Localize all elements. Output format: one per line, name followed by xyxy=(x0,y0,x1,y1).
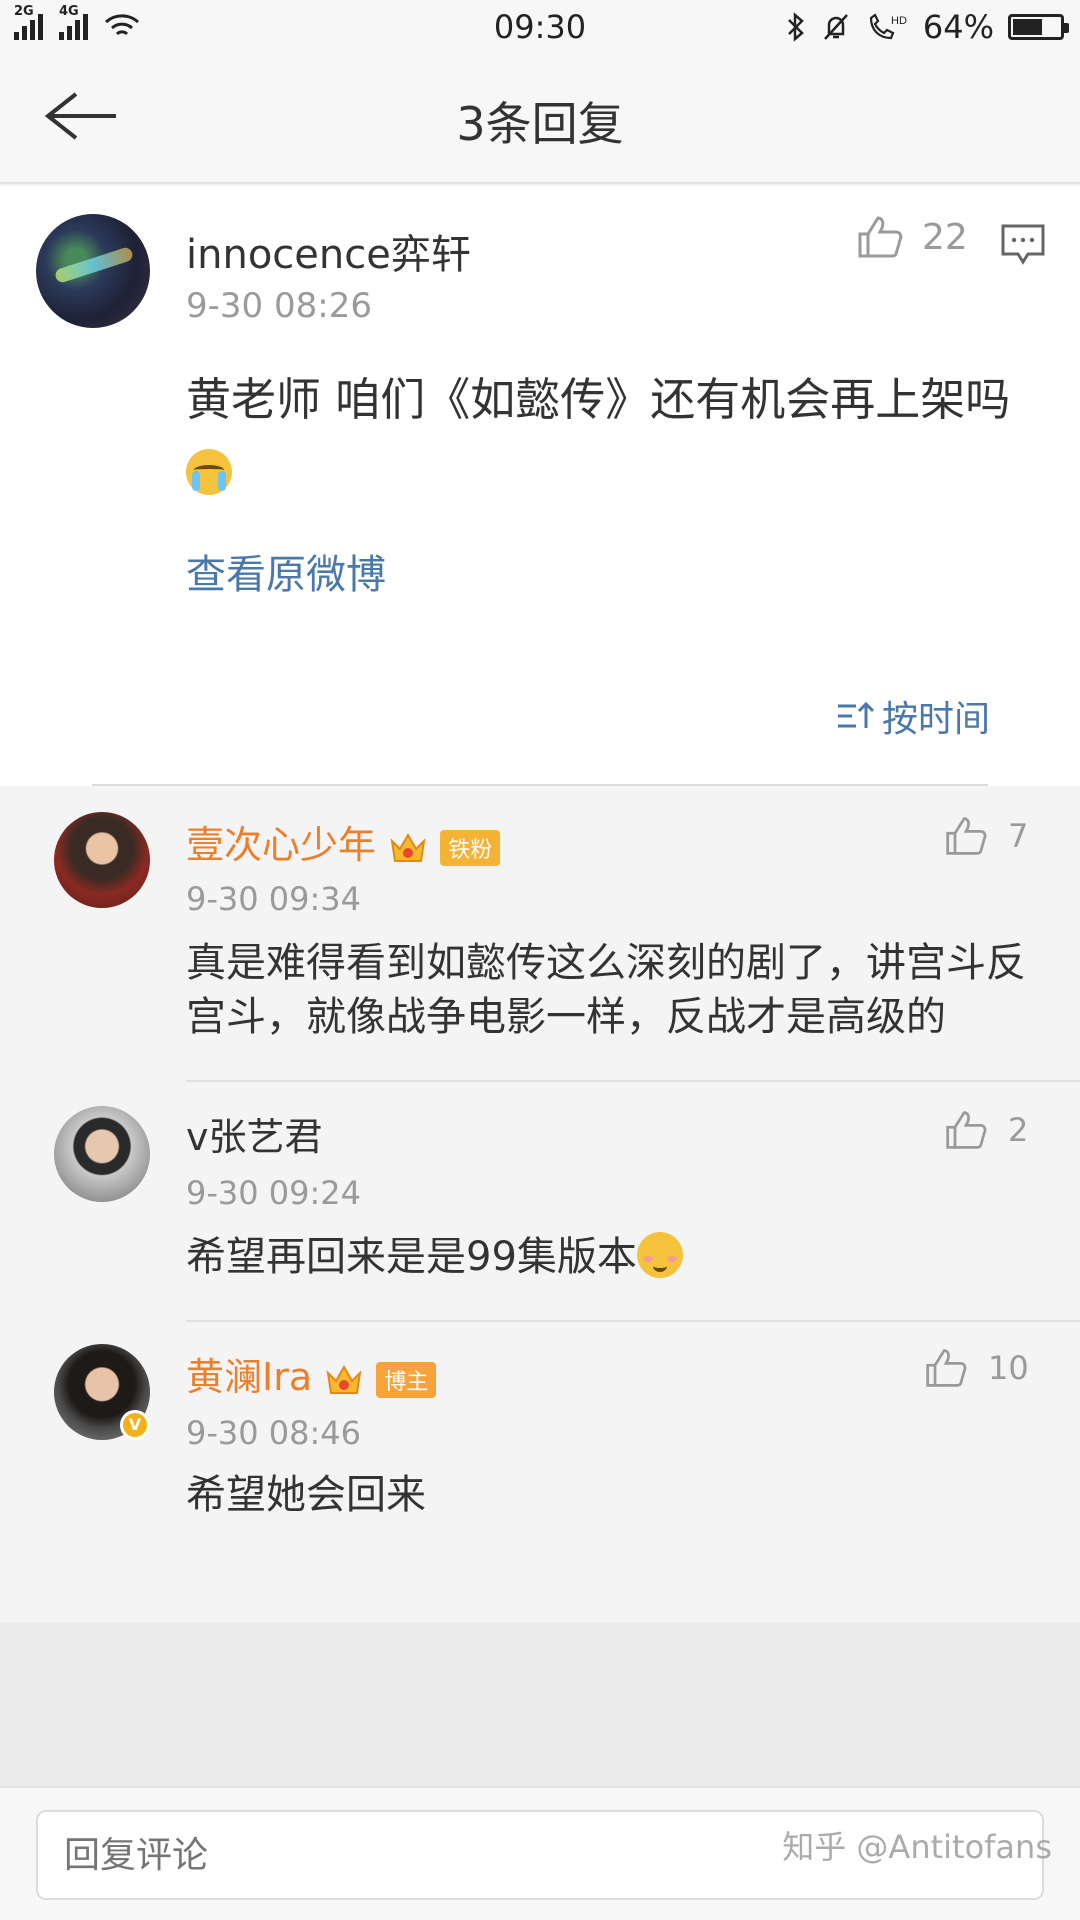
like-button[interactable]: 7 xyxy=(944,814,1028,858)
timestamp: 9-30 09:24 xyxy=(186,1174,362,1212)
thumbs-up-icon xyxy=(926,1349,967,1387)
avatar[interactable] xyxy=(54,1106,150,1202)
username[interactable]: 黄澜Ira 博主 xyxy=(186,1346,437,1401)
thumbs-up-icon xyxy=(946,1111,987,1149)
reply-text: 希望再回来是是99集版本 xyxy=(186,1230,1036,1284)
reply-list: 壹次心少年 铁粉 9-30 09:34 7 真是难得看到如懿传这么深刻的剧了，讲… xyxy=(0,786,1080,1622)
thumbs-up-icon xyxy=(858,216,903,258)
main-comment: innocence弈轩 9-30 08:26 22 黄老师 咱们《如懿传》还有机… xyxy=(0,186,1080,786)
page-title: 3条回复 xyxy=(456,97,624,151)
watermark: 知乎 @Antitofans xyxy=(782,1828,1052,1866)
status-bar: 2G 4G 09:30 HD 64% xyxy=(0,0,1080,56)
like-count: 22 xyxy=(922,216,968,258)
sort-label: 按时间 xyxy=(882,699,991,740)
like-count: 10 xyxy=(988,1349,1029,1387)
reply-text: 希望她会回来 xyxy=(186,1472,426,1518)
reply-item: v张艺君 9-30 09:24 2 希望再回来是是99集版本 xyxy=(0,1082,1080,1322)
status-right: HD 64% xyxy=(785,8,1069,46)
sort-icon xyxy=(838,701,874,728)
username[interactable]: v张艺君 xyxy=(186,1106,323,1161)
blogger-badge: 博主 xyxy=(376,1361,437,1398)
reply-bar: 知乎 @Antitofans xyxy=(0,1786,1080,1920)
username[interactable]: 壹次心少年 铁粉 xyxy=(186,814,501,869)
verified-v-icon: V xyxy=(120,1410,150,1440)
like-count: 7 xyxy=(1008,817,1029,855)
like-button[interactable]: 2 xyxy=(944,1108,1028,1152)
hd-call-icon: HD xyxy=(869,13,907,40)
comment-text: 黄老师 咱们《如懿传》还有机会再上架吗 xyxy=(186,364,1046,508)
reply-text: 真是难得看到如懿传这么深刻的剧了，讲宫斗反宫斗，就像战争电影一样，反战才是高级的 xyxy=(186,940,1026,1040)
battery-icon xyxy=(1008,14,1069,40)
view-original-link[interactable]: 查看原微博 xyxy=(186,542,386,600)
empty-area xyxy=(0,1622,1080,1786)
reply-item: 壹次心少年 铁粉 9-30 09:34 7 真是难得看到如懿传这么深刻的剧了，讲… xyxy=(0,786,1080,1082)
thumbs-up-icon xyxy=(946,817,987,855)
mute-bell-icon xyxy=(823,14,848,40)
timestamp: 9-30 09:34 xyxy=(186,880,362,918)
timestamp: 9-30 08:26 xyxy=(186,286,372,326)
like-button[interactable]: 22 xyxy=(856,214,968,260)
like-count: 2 xyxy=(1008,1111,1029,1149)
reply-item: V 黄澜Ira 博主 9-30 08:46 10 希望她会回来 xyxy=(0,1322,1080,1622)
crying-emoji-icon xyxy=(186,449,232,495)
timestamp: 9-30 08:46 xyxy=(186,1414,362,1452)
sort-by-time-button[interactable]: 按时间 xyxy=(836,690,990,742)
vip-crown-icon xyxy=(326,1364,362,1394)
username[interactable]: innocence弈轩 xyxy=(186,222,471,280)
vip-crown-icon xyxy=(390,832,426,862)
shy-smile-emoji-icon xyxy=(636,1232,683,1278)
svg-text:HD: HD xyxy=(891,15,907,27)
avatar[interactable] xyxy=(36,214,150,328)
comment-icon[interactable] xyxy=(1000,222,1046,266)
avatar[interactable] xyxy=(54,812,150,908)
like-button[interactable]: 10 xyxy=(924,1346,1029,1390)
page-header: 3条回复 xyxy=(0,56,1080,184)
battery-percent: 64% xyxy=(922,8,994,46)
bluetooth-icon xyxy=(787,12,804,42)
iron-fan-badge: 铁粉 xyxy=(440,829,501,866)
